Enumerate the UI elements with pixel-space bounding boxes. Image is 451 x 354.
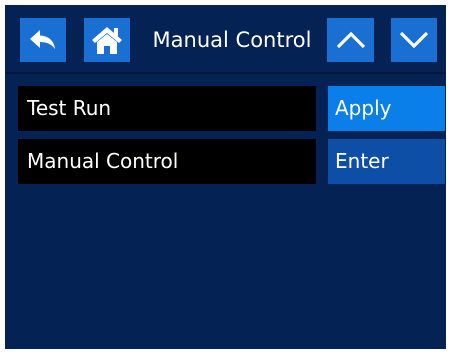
header-bar: Manual Control [5,5,446,72]
manual-control-label: Manual Control [18,139,316,184]
chevron-up-icon [336,31,365,49]
scroll-down-button[interactable] [391,18,437,62]
device-screen: Manual Control Test Run Apply Manual Con… [5,5,446,349]
home-icon [92,27,122,54]
back-arrow-icon [30,30,55,49]
page-title: Manual Control [152,28,312,52]
chevron-down-icon [399,31,429,49]
enter-button[interactable]: Enter [328,139,445,184]
scroll-up-button[interactable] [327,18,374,62]
home-button[interactable] [84,18,130,62]
header-divider [5,72,446,74]
back-button[interactable] [20,18,66,62]
apply-button[interactable]: Apply [328,86,445,131]
test-run-label: Test Run [18,86,316,131]
